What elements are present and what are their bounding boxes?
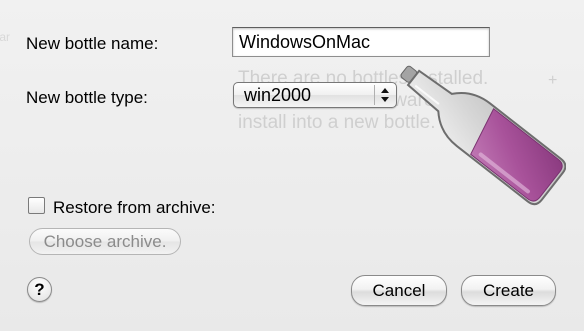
bottle-type-selected-value: win2000 [244, 85, 312, 105]
bottle-name-label: New bottle name: [26, 34, 159, 53]
restore-from-archive-checkbox[interactable] [28, 197, 45, 214]
cancel-button[interactable]: Cancel [351, 275, 447, 306]
up-down-arrows-icon [374, 85, 389, 105]
new-bottle-sheet: There are no bottles installed. Click ck… [0, 0, 584, 331]
create-button[interactable]: Create [461, 275, 556, 306]
help-icon[interactable]: ? [27, 277, 52, 302]
wine-bottle-icon [400, 65, 566, 206]
bottle-type-label: New bottle type: [26, 88, 148, 107]
bottle-name-input[interactable] [232, 27, 490, 57]
background-toolbar-fragment: tar [0, 30, 11, 44]
bottle-type-select[interactable]: win2000 [233, 82, 397, 108]
restore-from-archive-label[interactable]: Restore from archive: [53, 198, 216, 218]
choose-archive-button[interactable]: Choose archive. [29, 228, 181, 255]
